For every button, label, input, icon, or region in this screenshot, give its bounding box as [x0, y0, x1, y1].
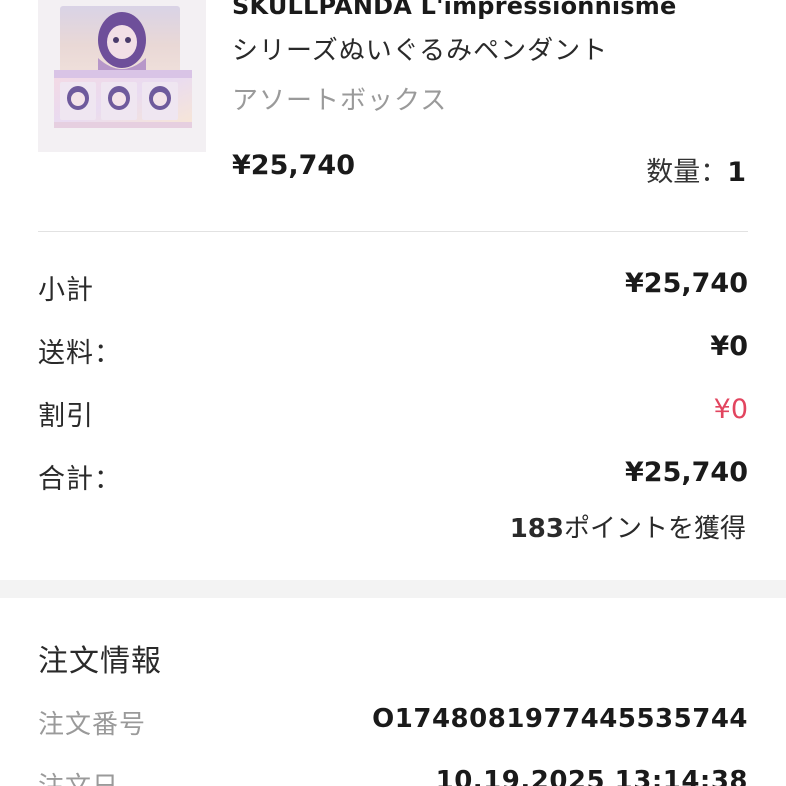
order-info-heading: 注文情報: [38, 644, 162, 679]
order-detail-page: SKULLPANDA L'impressionnisme シリーズぬいぐるみペン…: [0, 0, 786, 786]
product-title[interactable]: SKULLPANDA L'impressionnisme: [232, 0, 676, 20]
shipping-value: ¥0: [710, 331, 748, 362]
discount-value: ¥0: [713, 394, 748, 425]
discount-row: 割引 ¥0: [38, 394, 748, 434]
product-box-illustration: [38, 0, 206, 152]
product-variant: アソートボックス: [232, 86, 448, 116]
total-value: ¥25,740: [625, 457, 748, 488]
shipping-row: 送料： ¥0: [38, 331, 748, 371]
subtotal-value: ¥25,740: [625, 268, 748, 299]
subtotal-label: 小計: [38, 275, 94, 306]
section-separator: [0, 580, 786, 598]
subtotal-row: 小計 ¥25,740: [38, 268, 748, 308]
order-number-value[interactable]: O174808197744553574​4: [372, 704, 748, 734]
points-text: ポイントを獲得: [563, 514, 746, 544]
total-label: 合計：: [38, 464, 122, 495]
order-date-value: 10.19.2025 13:14:38: [435, 766, 748, 786]
product-subtitle[interactable]: シリーズぬいぐるみペンダント: [232, 30, 608, 67]
quantity-label: 数量：: [646, 157, 728, 188]
product-quantity: 数量：1: [646, 150, 746, 189]
divider: [38, 231, 748, 232]
total-row: 合計： ¥25,740: [38, 457, 748, 497]
product-box-image[interactable]: [38, 0, 206, 152]
product-card[interactable]: SKULLPANDA L'impressionnisme シリーズぬいぐるみペン…: [0, 0, 786, 232]
order-number-label: 注文番号: [38, 710, 147, 740]
quantity-value: 1: [727, 157, 746, 188]
points-earned: 183ポイントを獲得: [510, 508, 746, 545]
product-price: ¥25,740: [232, 150, 355, 181]
order-number-row: 注文番号 O174808197744553574​4: [38, 704, 748, 744]
order-date-label: 注文日: [38, 766, 119, 786]
points-number: 183: [509, 514, 564, 544]
order-date-row: 注文日 10.19.2025 13:14:38: [38, 766, 748, 786]
discount-label: 割引: [38, 401, 94, 432]
shipping-label: 送料：: [38, 338, 122, 369]
